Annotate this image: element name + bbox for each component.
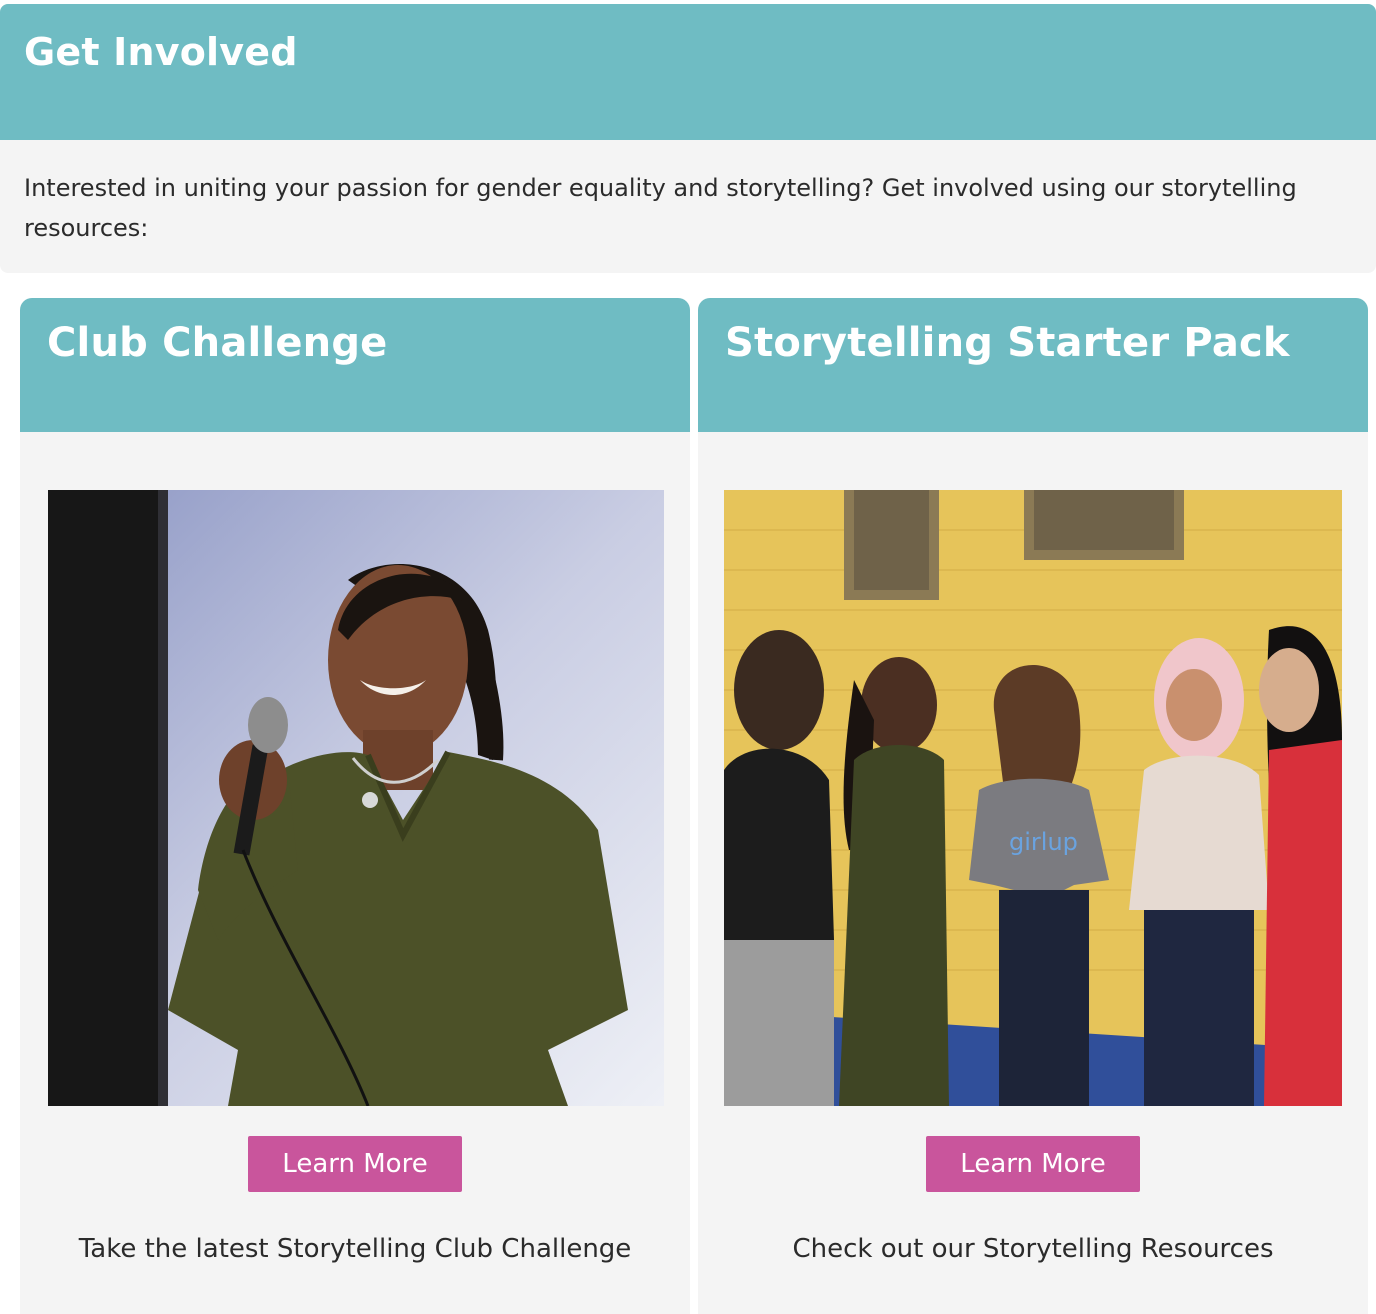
group-photo-yellow-wall: girlup (724, 490, 1342, 1106)
starter-pack-header: Storytelling Starter Pack (698, 298, 1368, 432)
club-challenge-card: Club Challenge Learn More Take the lates… (20, 298, 690, 1314)
club-challenge-title: Club Challenge (47, 320, 388, 366)
storytelling-starter-pack-card: Storytelling Starter Pack girlup Learn M… (698, 298, 1368, 1314)
club-challenge-caption: Take the latest Storytelling Club Challe… (78, 1234, 632, 1264)
get-involved-description: Interested in uniting your passion for g… (24, 174, 1297, 242)
get-involved-section: Get Involved Interested in uniting your … (0, 4, 1376, 273)
club-challenge-header: Club Challenge (20, 298, 690, 432)
starter-pack-title: Storytelling Starter Pack (725, 320, 1290, 366)
girlup-shirt-logo: girlup (1009, 828, 1078, 856)
starter-pack-caption: Check out our Storytelling Resources (792, 1234, 1274, 1264)
get-involved-header: Get Involved (0, 4, 1376, 140)
club-challenge-learn-more-button[interactable]: Learn More (248, 1136, 462, 1192)
starter-pack-learn-more-button[interactable]: Learn More (926, 1136, 1140, 1192)
get-involved-title: Get Involved (24, 30, 298, 74)
speaker-with-microphone-photo (48, 490, 664, 1106)
